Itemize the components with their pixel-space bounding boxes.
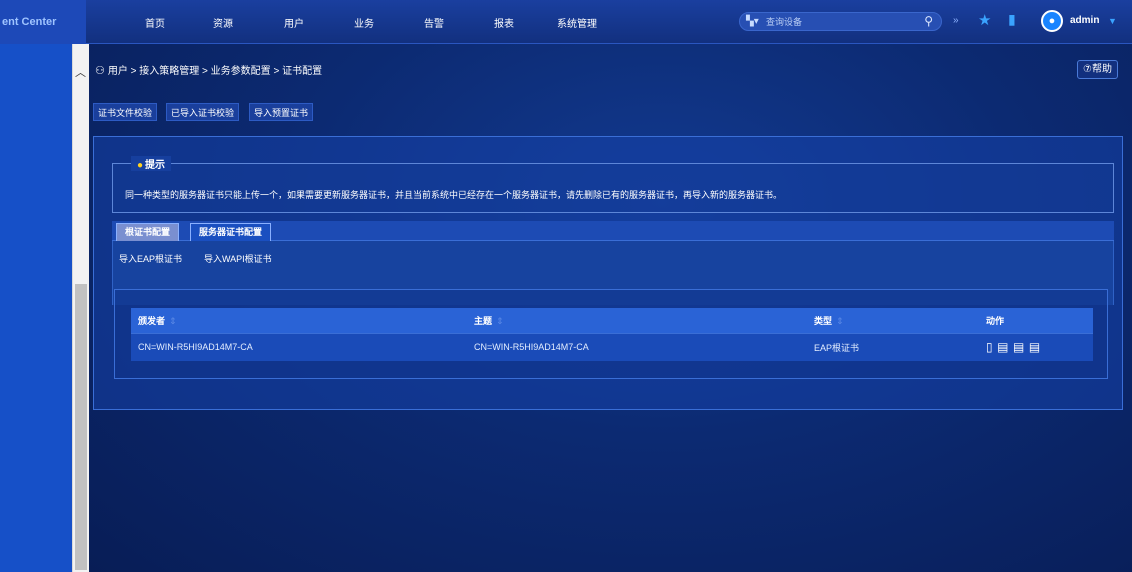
nav-business[interactable]: 业务 <box>354 15 374 30</box>
breadcrumb: ⚇ 用户 > 接入策略管理 > 业务参数配置 > 证书配置 <box>95 62 322 77</box>
chevron-down-icon[interactable]: ▼ <box>1108 16 1117 26</box>
top-bar: ent Center 首页 资源 用户 业务 告警 报表 系统管理 ▚▾ ⚲ »… <box>0 0 1132 44</box>
cell-issuer: CN=WIN-R5HI9AD14M7-CA <box>131 332 467 361</box>
nav-resources[interactable]: 资源 <box>213 15 233 30</box>
column-action: 动作 <box>979 308 1093 333</box>
lightbulb-icon: ● <box>137 160 144 171</box>
brand-logo: ent Center <box>0 0 86 44</box>
import-preset-cert-button[interactable]: 导入预置证书 <box>249 103 314 121</box>
nav-alarms[interactable]: 告警 <box>424 15 444 30</box>
breadcrumb-text: 用户 > 接入策略管理 > 业务参数配置 > 证书配置 <box>107 66 323 77</box>
tab-root-cert-config[interactable]: 根证书配置 <box>116 223 180 241</box>
cert-update-icon[interactable]: ▤ <box>1013 340 1024 354</box>
star-icon[interactable]: ★ <box>978 11 991 29</box>
user-group-icon: ⚇ <box>95 65 105 77</box>
import-eap-root-cert-button[interactable]: 导入EAP根证书 <box>117 251 184 267</box>
scrollbar[interactable]: ︿ <box>72 44 89 572</box>
nav-system-management[interactable]: 系统管理 <box>557 15 597 30</box>
cert-export-icon[interactable]: ▤ <box>997 340 1008 354</box>
tab-strip: 根证书配置 服务器证书配置 <box>112 221 1114 241</box>
cert-table: 颁发者 ⇕ 主题 ⇕ 类型 ⇕ 动作 CN=WIN-R5HI9AD14M7-CA CN… <box>131 308 1093 361</box>
double-chevron-icon[interactable]: » <box>953 15 959 26</box>
user-avatar-icon[interactable]: ● <box>1041 10 1063 32</box>
cell-actions: ▯ ▤ ▤ ▤ <box>979 332 1093 361</box>
column-issuer[interactable]: 颁发者 ⇕ <box>131 308 467 333</box>
tip-legend: ● 提示 <box>131 156 172 171</box>
main-content: ⚇ 用户 > 接入策略管理 > 业务参数配置 > 证书配置 ⑦帮助 证书文件校验 … <box>89 44 1132 572</box>
cert-delete-icon[interactable]: ▤ <box>1029 340 1040 354</box>
search-input[interactable] <box>766 15 916 29</box>
user-name[interactable]: admin <box>1070 15 1099 26</box>
cert-details-icon[interactable]: ▯ <box>986 340 993 354</box>
sidebar <box>0 44 72 572</box>
cert-table-frame: 颁发者 ⇕ 主题 ⇕ 类型 ⇕ 动作 CN=WIN-R5HI9AD14M7-CA CN… <box>114 289 1108 379</box>
cell-subject: CN=WIN-R5HI9AD14M7-CA <box>467 332 807 361</box>
tip-text: 同一种类型的服务器证书只能上传一个，如果需要更新服务器证书，并且当前系统中已经存… <box>125 190 783 200</box>
scroll-up-icon[interactable]: ︿ <box>75 64 86 80</box>
nav-home[interactable]: 首页 <box>145 15 165 30</box>
nav-reports[interactable]: 报表 <box>494 15 514 30</box>
column-subject[interactable]: 主题 ⇕ <box>467 308 807 333</box>
column-type[interactable]: 类型 ⇕ <box>807 308 979 333</box>
cell-type: EAP根证书 <box>807 332 979 361</box>
import-wapi-root-cert-button[interactable]: 导入WAPI根证书 <box>202 251 274 267</box>
cert-config-panel: ● 提示 同一种类型的服务器证书只能上传一个，如果需要更新服务器证书，并且当前系统… <box>93 136 1123 410</box>
sort-icon: ⇕ <box>496 315 504 326</box>
table-header-row: 颁发者 ⇕ 主题 ⇕ 类型 ⇕ 动作 <box>131 308 1093 333</box>
tip-box: ● 提示 同一种类型的服务器证书只能上传一个，如果需要更新服务器证书，并且当前系统… <box>112 156 1114 213</box>
nav-users[interactable]: 用户 <box>284 15 304 30</box>
table-row: CN=WIN-R5HI9AD14M7-CA CN=WIN-R5HI9AD14M7… <box>131 332 1093 361</box>
bookmark-icon[interactable]: ▮ <box>1008 11 1016 28</box>
search-icon[interactable]: ⚲ <box>924 14 933 28</box>
sort-icon: ⇕ <box>836 315 844 326</box>
sort-icon: ⇕ <box>169 315 177 326</box>
scroll-thumb[interactable] <box>75 284 87 570</box>
tab-server-cert-config[interactable]: 服务器证书配置 <box>190 223 272 241</box>
tip-title: 提示 <box>145 160 166 171</box>
device-type-icon[interactable]: ▚▾ <box>746 16 759 27</box>
help-button[interactable]: ⑦帮助 <box>1077 60 1118 79</box>
cert-file-check-button[interactable]: 证书文件校验 <box>93 103 158 121</box>
imported-cert-check-button[interactable]: 已导入证书校验 <box>166 103 240 121</box>
search-box: ▚▾ ⚲ <box>739 12 942 31</box>
